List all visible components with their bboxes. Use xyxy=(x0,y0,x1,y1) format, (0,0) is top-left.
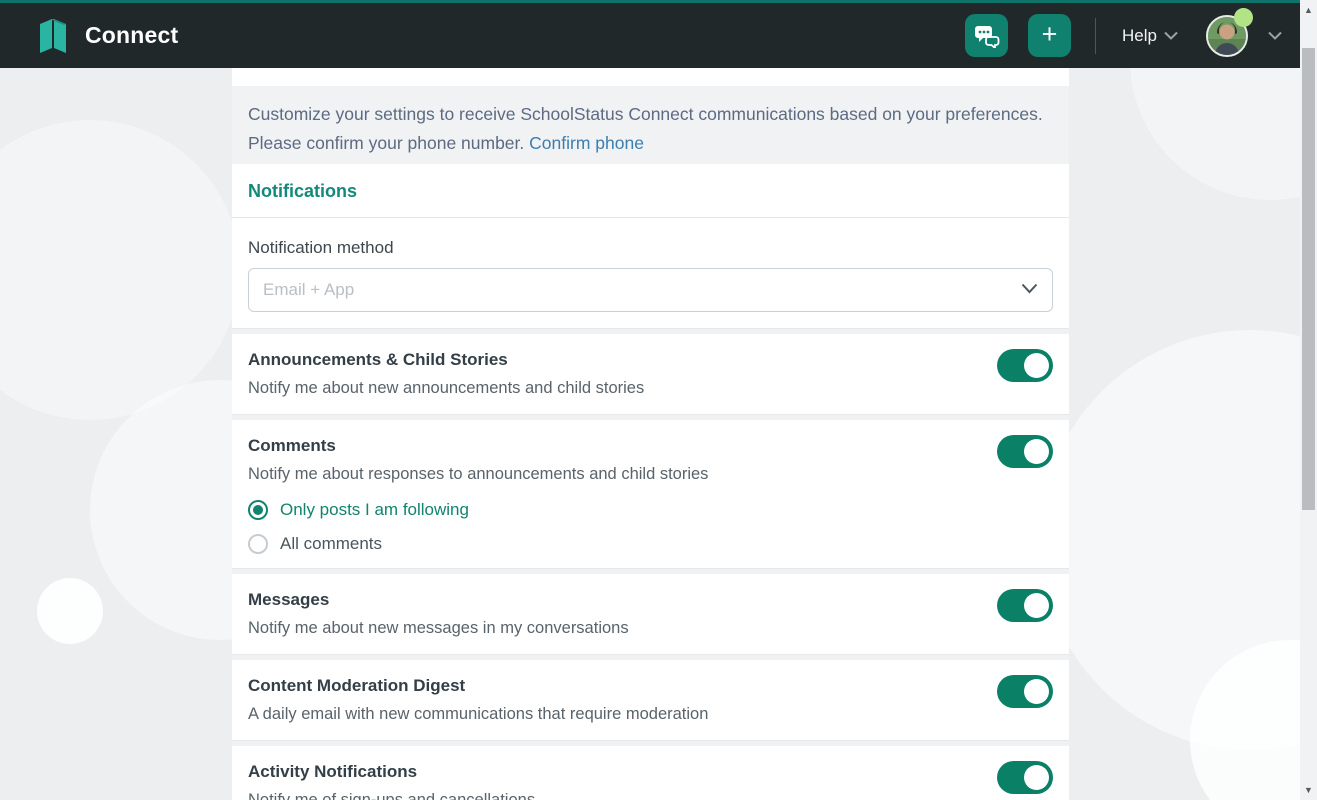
row-subtitle: Notify me about responses to announcemen… xyxy=(248,462,977,486)
row-title: Messages xyxy=(248,588,977,612)
toggle-knob xyxy=(1024,679,1049,704)
vertical-scrollbar[interactable]: ▲ ▼ xyxy=(1300,0,1317,800)
navbar-divider xyxy=(1095,18,1096,54)
status-dot xyxy=(1234,8,1253,27)
radio-only-posts-following[interactable]: Only posts I am following xyxy=(248,500,977,520)
toggle-knob xyxy=(1024,593,1049,618)
row-title: Content Moderation Digest xyxy=(248,674,977,698)
notification-method-label: Notification method xyxy=(248,238,1053,258)
connect-book-logo-icon xyxy=(36,18,70,54)
confirm-phone-link[interactable]: Confirm phone xyxy=(529,133,644,153)
setting-row-messages: Messages Notify me about new messages in… xyxy=(232,574,1069,654)
notification-method-select[interactable]: Email + App xyxy=(248,268,1053,312)
messages-toggle[interactable] xyxy=(997,589,1053,622)
content-moderation-toggle[interactable] xyxy=(997,675,1053,708)
radio-label: All comments xyxy=(280,534,382,554)
help-label: Help xyxy=(1122,26,1157,46)
conversations-button[interactable] xyxy=(965,14,1008,57)
create-new-button[interactable]: + xyxy=(1028,14,1071,57)
help-menu[interactable]: Help xyxy=(1122,26,1178,46)
row-subtitle: Notify me about new announcements and ch… xyxy=(248,376,977,400)
setting-row-comments: Comments Notify me about responses to an… xyxy=(232,420,1069,568)
brand[interactable]: Connect xyxy=(36,18,178,54)
row-title: Announcements & Child Stories xyxy=(248,348,977,372)
comments-toggle[interactable] xyxy=(997,435,1053,468)
announcements-toggle[interactable] xyxy=(997,349,1053,382)
chevron-down-icon xyxy=(1021,283,1038,294)
row-subtitle: Notify me of sign-ups and cancellations xyxy=(248,788,977,800)
row-title: Activity Notifications xyxy=(248,760,977,784)
row-subtitle: Notify me about new messages in my conve… xyxy=(248,616,977,640)
toggle-knob xyxy=(1024,765,1049,790)
radio-label: Only posts I am following xyxy=(280,500,469,520)
scrollbar-thumb[interactable] xyxy=(1302,48,1315,510)
top-navbar: Connect + Help xyxy=(0,0,1300,68)
toggle-knob xyxy=(1024,439,1049,464)
select-value: Email + App xyxy=(263,280,354,300)
setting-row-content-moderation: Content Moderation Digest A daily email … xyxy=(232,660,1069,740)
background-circle xyxy=(1040,330,1317,750)
chevron-down-icon xyxy=(1164,31,1178,40)
notification-method-section: Notification method Email + App xyxy=(232,218,1069,328)
radio-unselected-icon xyxy=(248,534,268,554)
notifications-heading: Notifications xyxy=(232,164,1069,218)
background-circle xyxy=(1190,640,1317,800)
confirm-phone-banner: Customize your settings to receive Schoo… xyxy=(232,86,1069,164)
setting-row-activity: Activity Notifications Notify me of sign… xyxy=(232,746,1069,800)
comments-radio-group: Only posts I am following All comments xyxy=(248,500,977,554)
row-subtitle: A daily email with new communications th… xyxy=(248,702,977,726)
scroll-down-arrow-icon[interactable]: ▼ xyxy=(1300,782,1317,798)
user-avatar-menu[interactable] xyxy=(1206,15,1248,57)
radio-selected-icon xyxy=(248,500,268,520)
background-circle xyxy=(0,120,240,420)
toggle-knob xyxy=(1024,353,1049,378)
background-circle xyxy=(37,578,103,644)
card-top-strip xyxy=(232,68,1069,86)
chevron-down-icon xyxy=(1268,31,1282,40)
settings-panel: Customize your settings to receive Schoo… xyxy=(232,68,1069,800)
banner-text: Customize your settings to receive Schoo… xyxy=(248,104,1043,153)
plus-icon: + xyxy=(1042,21,1058,48)
row-title: Comments xyxy=(248,434,977,458)
activity-toggle[interactable] xyxy=(997,761,1053,794)
scroll-up-arrow-icon[interactable]: ▲ xyxy=(1300,2,1317,18)
brand-title: Connect xyxy=(85,22,178,49)
radio-all-comments[interactable]: All comments xyxy=(248,534,977,554)
chat-bubbles-icon xyxy=(974,24,1000,48)
setting-row-announcements: Announcements & Child Stories Notify me … xyxy=(232,334,1069,414)
